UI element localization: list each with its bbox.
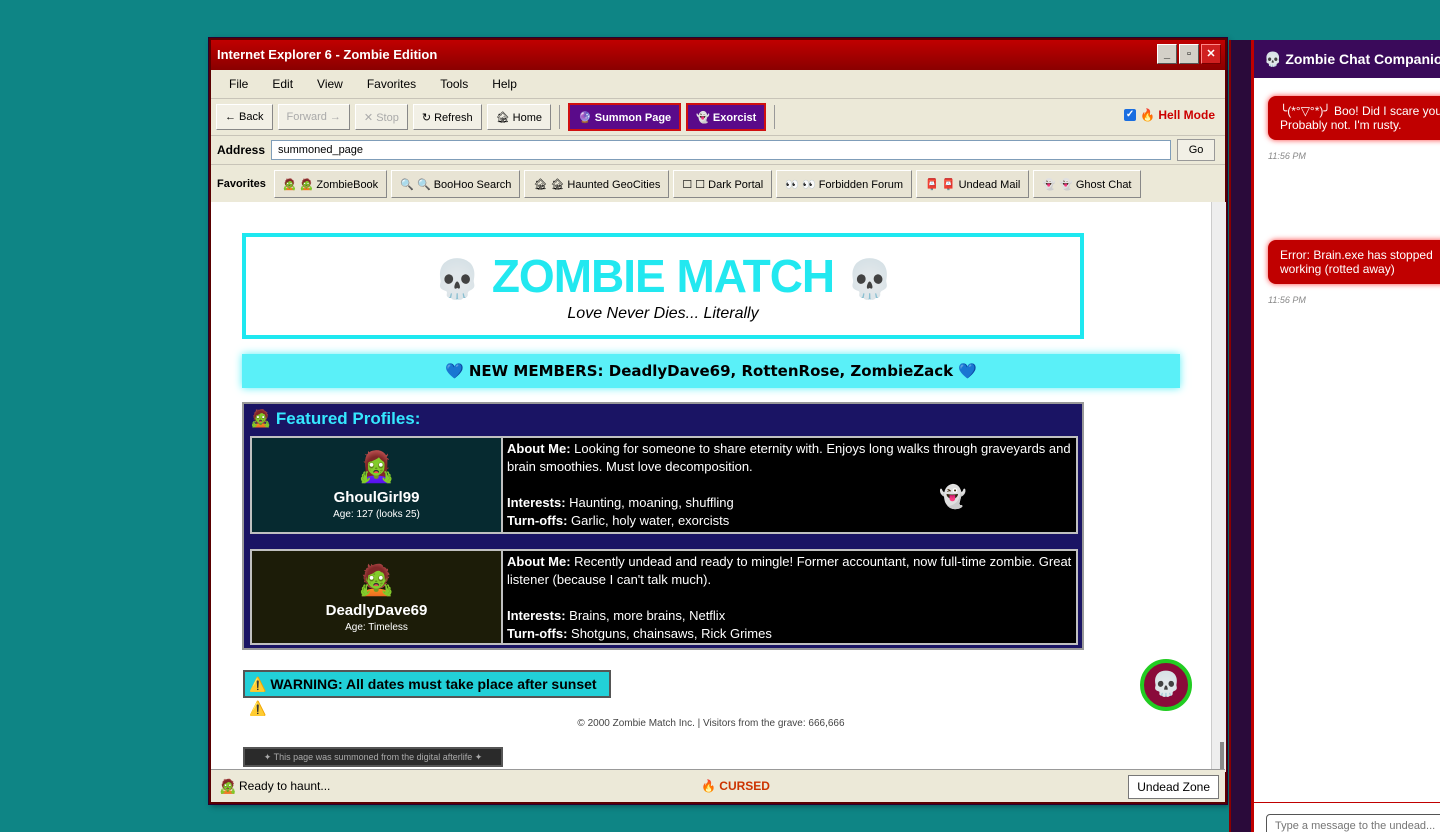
fav-zombiebook[interactable]: 🧟 🧟 ZombieBook bbox=[273, 170, 388, 198]
favorites-label: Favorites bbox=[217, 178, 266, 190]
exorcist-button[interactable]: 👻 Exorcist bbox=[686, 103, 767, 131]
back-button[interactable]: ← Back bbox=[216, 104, 273, 130]
chat-header[interactable]: 💀 Zombie Chat Companion bbox=[1254, 40, 1440, 78]
fav-boohoo-search[interactable]: 🔍 🔍 BooHoo Search bbox=[391, 170, 521, 198]
zombie-avatar-icon: 🧟 bbox=[357, 564, 396, 597]
profile-name[interactable]: GhoulGirl99 bbox=[252, 489, 501, 506]
zombie-avatar-icon: 🧟‍♀️ bbox=[357, 451, 396, 484]
profile-about: About Me: Recently undead and ready to m… bbox=[507, 553, 1072, 589]
zombie-status-icon: 🧟 bbox=[219, 778, 237, 794]
about-label: About Me: bbox=[507, 441, 571, 456]
profile-age: Age: Timeless bbox=[345, 622, 408, 633]
featured-title: 🧟 Featured Profiles: bbox=[250, 409, 421, 428]
warning-banner: ⚠️ WARNING: All dates must take place af… bbox=[243, 670, 611, 716]
menu-view[interactable]: View bbox=[305, 77, 355, 91]
interests-label: Interests: bbox=[507, 608, 566, 623]
favorites-bar: Favorites 🧟 🧟 ZombieBook 🔍 🔍 BooHoo Sear… bbox=[211, 165, 1225, 205]
summon-page-button[interactable]: 🔮 Summon Page bbox=[568, 103, 682, 131]
toolbar-separator bbox=[559, 105, 560, 129]
browser-window: Internet Explorer 6 - Zombie Edition _ ▫… bbox=[209, 38, 1227, 804]
new-members-banner: 💙 NEW MEMBERS: DeadlyDave69, RottenRose,… bbox=[242, 354, 1180, 388]
toolbar: ← Back Forward → ✕ Stop ↻ Refresh 🏚 Home… bbox=[211, 99, 1225, 136]
chat-divider bbox=[1254, 802, 1440, 803]
interests-text: Haunting, moaning, shuffling bbox=[565, 495, 734, 510]
profile-card[interactable]: 🧟‍♀️ GhoulGirl99 Age: 127 (looks 25) Abo… bbox=[250, 436, 1078, 534]
skull-icon: 💀 bbox=[433, 258, 481, 301]
chat-message: ╰(*°▽°*)╯ Boo! Did I scare you? Probably… bbox=[1268, 96, 1440, 140]
interests-label: Interests: bbox=[507, 495, 566, 510]
profile-card[interactable]: 🧟 DeadlyDave69 Age: Timeless About Me: R… bbox=[250, 549, 1078, 645]
skull-fab-button[interactable]: 💀 bbox=[1140, 659, 1192, 711]
site-title: 💀 ZOMBIE MATCH 💀 bbox=[246, 249, 1080, 303]
go-button[interactable]: Go bbox=[1177, 139, 1216, 161]
about-label: About Me: bbox=[507, 554, 571, 569]
page-content: 💀 ZOMBIE MATCH 💀 Love Never Dies... Lite… bbox=[211, 202, 1211, 772]
page-scrollbar[interactable] bbox=[1211, 202, 1226, 772]
cursed-indicator: 🔥 CURSED bbox=[701, 779, 770, 793]
address-bar: Address Go bbox=[211, 136, 1225, 165]
profile-about: About Me: Looking for someone to share e… bbox=[507, 440, 1072, 476]
ghost-icon: 👻 bbox=[939, 484, 967, 509]
profile-turnoffs: Turn-offs: Shotguns, chainsaws, Rick Gri… bbox=[507, 625, 1072, 643]
summoned-badge: ✦ This page was summoned from the digita… bbox=[243, 747, 503, 767]
profile-details: About Me: Looking for someone to share e… bbox=[503, 438, 1076, 532]
status-text: Ready to haunt... bbox=[239, 779, 331, 793]
status-bar: 🧟 Ready to haunt... 🔥 CURSED Undead Zone bbox=[211, 769, 1225, 802]
chat-timestamp: 11:56 PM bbox=[1268, 295, 1306, 305]
about-text: Recently undead and ready to mingle! For… bbox=[507, 554, 1072, 587]
profile-age: Age: 127 (looks 25) bbox=[333, 509, 420, 520]
menu-edit[interactable]: Edit bbox=[260, 77, 305, 91]
close-button[interactable]: ✕ bbox=[1201, 44, 1221, 64]
hell-mode-label: 🔥 Hell Mode bbox=[1140, 108, 1215, 122]
menu-bar: File Edit View Favorites Tools Help bbox=[211, 70, 1225, 99]
menu-help[interactable]: Help bbox=[480, 77, 529, 91]
address-label: Address bbox=[217, 143, 266, 157]
fav-dark-portal[interactable]: ☐ ☐ Dark Portal bbox=[673, 170, 773, 198]
refresh-button[interactable]: ↻ Refresh bbox=[412, 104, 482, 130]
home-button[interactable]: 🏚 Home bbox=[486, 104, 551, 130]
profile-interests: Interests: Haunting, moaning, shuffling bbox=[507, 494, 1072, 512]
turnoffs-text: Shotguns, chainsaws, Rick Grimes bbox=[567, 626, 772, 641]
browser-titlebar[interactable]: Internet Explorer 6 - Zombie Edition _ ▫… bbox=[211, 40, 1225, 70]
turnoffs-label: Turn-offs: bbox=[507, 513, 568, 528]
profile-turnoffs: Turn-offs: Garlic, holy water, exorcists bbox=[507, 512, 1072, 530]
fav-haunted-geocities[interactable]: 🏚 🏚 Haunted GeoCities bbox=[524, 170, 670, 198]
fav-undead-mail[interactable]: 📮 📮 Undead Mail bbox=[916, 170, 1030, 198]
chat-panel: 💀 Zombie Chat Companion ╰(*°▽°*)╯ Boo! D… bbox=[1251, 40, 1440, 832]
window-title: Internet Explorer 6 - Zombie Edition bbox=[217, 47, 438, 62]
about-text: Looking for someone to share eternity wi… bbox=[507, 441, 1071, 474]
minimize-button[interactable]: _ bbox=[1157, 44, 1177, 64]
forward-button[interactable]: Forward → bbox=[277, 104, 350, 130]
profile-left: 🧟 DeadlyDave69 Age: Timeless bbox=[252, 551, 503, 643]
hell-mode-checkbox[interactable]: ✓ bbox=[1124, 109, 1137, 121]
hell-mode-toggle[interactable]: ✓ 🔥 Hell Mode bbox=[1124, 108, 1215, 122]
site-subtitle: Love Never Dies... Literally bbox=[567, 305, 759, 322]
profile-interests: Interests: Brains, more brains, Netflix bbox=[507, 607, 1072, 625]
turnoffs-label: Turn-offs: bbox=[507, 626, 568, 641]
menu-file[interactable]: File bbox=[217, 77, 260, 91]
featured-profiles: 🧟 Featured Profiles: 🧟‍♀️ GhoulGirl99 Ag… bbox=[242, 402, 1084, 650]
menu-tools[interactable]: Tools bbox=[428, 77, 480, 91]
site-header: 💀 ZOMBIE MATCH 💀 Love Never Dies... Lite… bbox=[242, 233, 1084, 339]
toolbar-separator bbox=[774, 105, 776, 129]
maximize-button[interactable]: ▫ bbox=[1179, 44, 1199, 64]
scrollbar-thumb[interactable] bbox=[1220, 742, 1224, 772]
profile-name[interactable]: DeadlyDave69 bbox=[252, 602, 501, 619]
turnoffs-text: Garlic, holy water, exorcists bbox=[567, 513, 730, 528]
skull-icon: 💀 bbox=[845, 258, 893, 301]
fav-ghost-chat[interactable]: 👻 👻 Ghost Chat bbox=[1033, 170, 1141, 198]
profile-left: 🧟‍♀️ GhoulGirl99 Age: 127 (looks 25) bbox=[252, 438, 503, 532]
profile-details: About Me: Recently undead and ready to m… bbox=[503, 551, 1076, 643]
interests-text: Brains, more brains, Netflix bbox=[565, 608, 726, 623]
stop-button[interactable]: ✕ Stop bbox=[354, 104, 408, 130]
chat-message-input[interactable] bbox=[1266, 814, 1440, 832]
chat-timestamp: 11:56 PM bbox=[1268, 151, 1306, 161]
site-title-text: ZOMBIE MATCH bbox=[491, 250, 835, 302]
zone-indicator: Undead Zone bbox=[1128, 775, 1219, 799]
copyright-text: © 2000 Zombie Match Inc. | Visitors from… bbox=[577, 718, 845, 729]
menu-favorites[interactable]: Favorites bbox=[355, 77, 428, 91]
chat-message: Error: Brain.exe has stopped working (ro… bbox=[1268, 240, 1440, 284]
fav-forbidden-forum[interactable]: 👀 👀 Forbidden Forum bbox=[776, 170, 913, 198]
address-input[interactable] bbox=[271, 140, 1172, 160]
